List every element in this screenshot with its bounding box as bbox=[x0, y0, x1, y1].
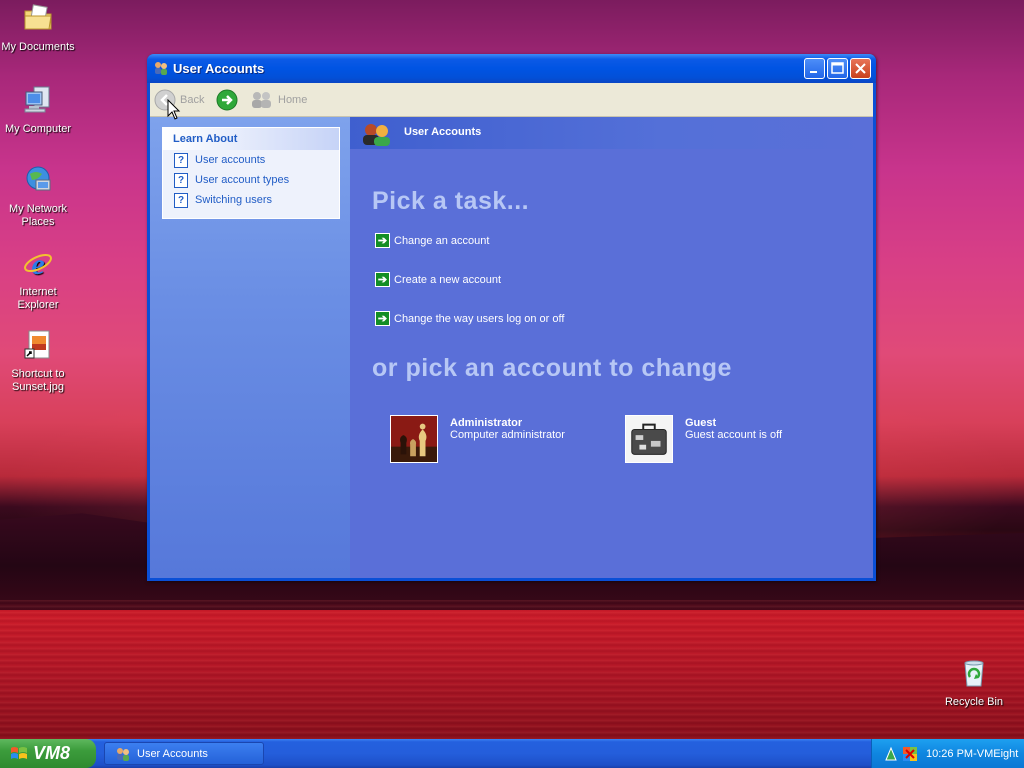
desktop-icon-internet-explorer[interactable]: e Internet Explorer bbox=[0, 247, 76, 312]
network-icon bbox=[26, 166, 51, 191]
pick-task-title: Pick a task... bbox=[372, 187, 530, 215]
learn-about-title: Learn About bbox=[163, 128, 339, 150]
maximize-button[interactable] bbox=[827, 58, 848, 79]
desktop-icon-my-network-places[interactable]: My Network Places bbox=[0, 164, 76, 229]
task-change-account[interactable]: ➔ Change an account bbox=[375, 233, 489, 248]
task-create-account[interactable]: ➔ Create a new account bbox=[375, 272, 501, 287]
desktop-icon-label: Recycle Bin bbox=[944, 696, 1004, 708]
security-tray-icon[interactable] bbox=[902, 746, 918, 762]
taskbar-button-user-accounts[interactable]: User Accounts bbox=[104, 742, 264, 765]
pick-account-title: or pick an account to change bbox=[372, 354, 732, 382]
section-header: User Accounts bbox=[350, 117, 873, 149]
forward-button[interactable] bbox=[216, 89, 238, 111]
users-icon bbox=[155, 62, 167, 75]
green-arrow-icon: ➔ bbox=[375, 311, 390, 326]
user-accounts-window: User Accounts Back Home Learn About ? Us… bbox=[147, 54, 876, 581]
account-name: Administrator bbox=[450, 417, 523, 429]
start-button[interactable]: VM8 bbox=[0, 739, 96, 768]
home-label: Home bbox=[278, 94, 308, 106]
window-titlebar[interactable]: User Accounts bbox=[147, 54, 876, 83]
home-button[interactable]: Home bbox=[250, 89, 307, 111]
desktop-icon-label: Internet Explorer bbox=[17, 286, 59, 311]
learn-item-label: Switching users bbox=[195, 194, 273, 206]
internet-explorer-icon: e bbox=[24, 248, 52, 281]
desktop-icon-recycle-bin[interactable]: Recycle Bin bbox=[936, 657, 1012, 709]
window-content: Learn About ? User accounts ? User accou… bbox=[150, 117, 873, 578]
folder-icon bbox=[24, 4, 52, 30]
learn-about-box: Learn About ? User accounts ? User accou… bbox=[162, 127, 340, 219]
close-icon bbox=[855, 63, 866, 74]
wallpaper-water bbox=[0, 600, 1024, 740]
learn-item-user-accounts[interactable]: ? User accounts bbox=[163, 150, 339, 170]
section-header-title: User Accounts bbox=[404, 126, 482, 138]
help-icon: ? bbox=[174, 192, 188, 208]
user-accounts-icon bbox=[363, 124, 390, 146]
main-pane: User Accounts Pick a task... ➔ Change an… bbox=[350, 117, 873, 578]
computer-icon bbox=[24, 86, 50, 113]
learn-item-account-types[interactable]: ? User account types bbox=[163, 170, 339, 190]
desktop-icon-label: Shortcut to Sunset.jpg bbox=[11, 368, 65, 393]
help-icon: ? bbox=[174, 172, 188, 188]
green-arrow-icon: ➔ bbox=[375, 233, 390, 248]
start-label: VM8 bbox=[33, 743, 71, 763]
desktop-icon-my-documents[interactable]: My Documents bbox=[0, 2, 76, 54]
clock: 10:26 PM-VMEight bbox=[926, 747, 1019, 760]
recycle-bin-icon bbox=[964, 660, 984, 687]
task-label: Create a new account bbox=[394, 273, 502, 286]
account-description: Guest account is off bbox=[685, 429, 783, 441]
toolbar: Back Home bbox=[150, 83, 873, 117]
help-icon: ? bbox=[174, 152, 188, 168]
svg-text:e: e bbox=[31, 248, 44, 279]
network-tray-icon[interactable] bbox=[884, 746, 898, 762]
learn-item-label: User account types bbox=[195, 174, 290, 186]
users-icon bbox=[117, 747, 129, 761]
image-file-icon bbox=[24, 330, 50, 359]
task-label: Change an account bbox=[394, 234, 490, 247]
account-guest[interactable]: Guest Guest account is off bbox=[625, 415, 782, 463]
account-administrator[interactable]: Administrator Computer administrator bbox=[390, 415, 565, 463]
mouse-cursor-icon bbox=[167, 99, 181, 120]
task-change-logon[interactable]: ➔ Change the way users log on or off bbox=[375, 311, 564, 326]
home-users-icon bbox=[252, 92, 271, 108]
taskbar-button-label: User Accounts bbox=[137, 747, 208, 760]
minimize-button[interactable] bbox=[804, 58, 825, 79]
suitcase-avatar bbox=[625, 415, 673, 463]
task-label: Change the way users log on or off bbox=[394, 312, 565, 325]
green-arrow-icon: ➔ bbox=[375, 272, 390, 287]
desktop-icon-label: My Documents bbox=[1, 41, 75, 53]
task-pane: Learn About ? User accounts ? User accou… bbox=[150, 117, 350, 578]
window-title: User Accounts bbox=[173, 61, 265, 76]
account-description: Computer administrator bbox=[450, 429, 565, 441]
account-name: Guest bbox=[685, 417, 717, 429]
back-label: Back bbox=[180, 94, 205, 106]
forward-arrow-icon bbox=[216, 89, 238, 111]
desktop-icon-sunset-shortcut[interactable]: Shortcut to Sunset.jpg bbox=[0, 329, 76, 394]
taskbar: VM8 User Accounts 10:26 PM-VMEight bbox=[0, 739, 1024, 768]
desktop-icon-my-computer[interactable]: My Computer bbox=[0, 84, 76, 136]
maximize-icon bbox=[831, 62, 844, 74]
windows-logo-icon bbox=[11, 746, 27, 759]
desktop-icon-label: My Computer bbox=[4, 123, 72, 135]
close-button[interactable] bbox=[850, 58, 871, 79]
system-tray: 10:26 PM-VMEight bbox=[871, 739, 1024, 768]
learn-item-switching-users[interactable]: ? Switching users bbox=[163, 190, 339, 210]
chess-pieces-avatar bbox=[390, 415, 438, 463]
minimize-icon bbox=[810, 71, 817, 73]
desktop-icon-label: My Network Places bbox=[8, 203, 68, 228]
learn-item-label: User accounts bbox=[195, 154, 266, 166]
